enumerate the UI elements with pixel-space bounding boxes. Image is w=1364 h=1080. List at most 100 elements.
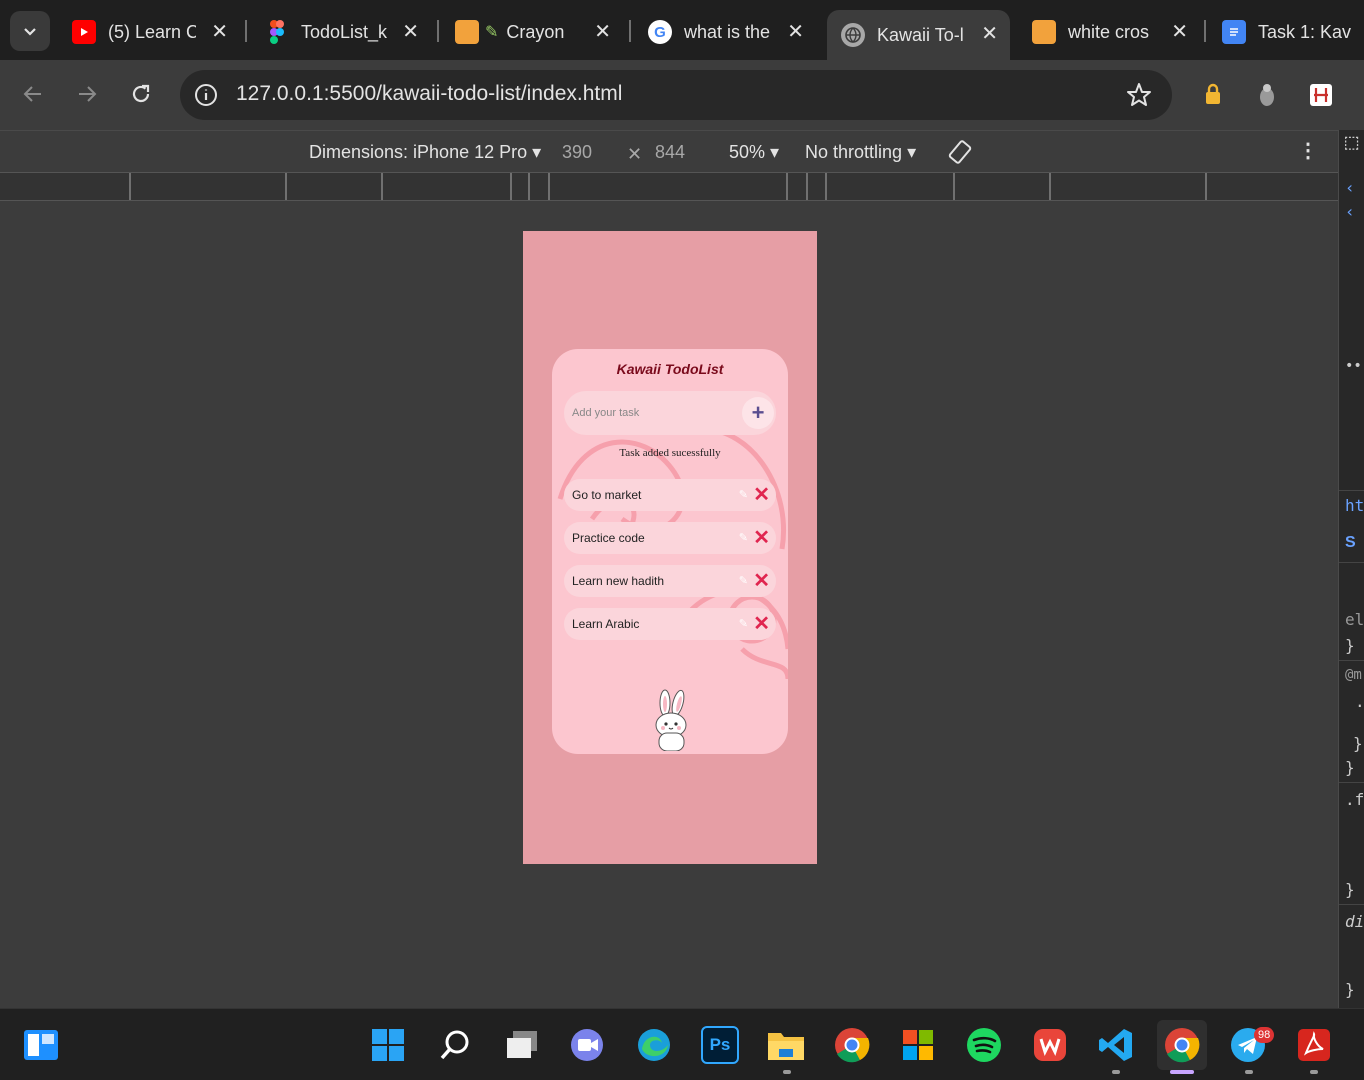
edit-icon[interactable]: ✎ (739, 617, 748, 630)
task-view-icon[interactable] (503, 1026, 541, 1064)
tab-title: white cros (1068, 21, 1150, 42)
chat-icon[interactable] (569, 1026, 607, 1064)
task-item[interactable]: Learn new hadith ✎ ✕ (564, 565, 776, 597)
microsoft-store-icon[interactable] (899, 1026, 937, 1064)
css-line: di (1345, 912, 1364, 931)
running-indicator (1245, 1070, 1253, 1074)
tab-title: (5) Learn C (108, 21, 196, 42)
crayon-icon (455, 20, 479, 44)
file-explorer-icon[interactable] (767, 1026, 805, 1064)
tab-crayon[interactable]: ✎ Crayon ✕ (441, 8, 623, 56)
windows-taskbar: Ps (0, 1008, 1364, 1080)
tab-kawaii-active[interactable]: Kawaii To-l ✕ (827, 10, 1010, 60)
css-line: } (1345, 880, 1355, 899)
add-task-button[interactable]: + (742, 397, 774, 429)
css-line: el (1345, 610, 1364, 629)
edit-icon[interactable]: ✎ (739, 488, 748, 501)
inspect-icon[interactable]: ⬚ (1345, 130, 1358, 155)
close-icon[interactable]: ✕ (211, 20, 228, 44)
close-icon[interactable]: ✕ (1171, 20, 1188, 44)
task-item[interactable]: Go to market ✎ ✕ (564, 479, 776, 511)
more-icon[interactable]: ••• (1345, 358, 1364, 374)
throttling-select[interactable]: No throttling ▾ (805, 142, 916, 163)
styles-tab[interactable]: S (1345, 534, 1356, 552)
running-indicator (783, 1070, 791, 1074)
delete-icon[interactable]: ✕ (753, 527, 770, 549)
status-message: Task added sucessfully (619, 447, 721, 459)
zoom-label: 50% (729, 142, 766, 162)
delete-icon[interactable]: ✕ (753, 613, 770, 635)
address-bar[interactable]: 127.0.0.1:5500/kawaii-todo-list/index.ht… (180, 70, 1172, 120)
docs-icon (1222, 20, 1246, 44)
forward-button[interactable] (69, 76, 105, 112)
delete-icon[interactable]: ✕ (753, 484, 770, 506)
search-icon[interactable] (436, 1026, 474, 1064)
tab-figma[interactable]: TodoList_k ✕ (251, 8, 431, 56)
app-title: Kawaii TodoList (616, 361, 724, 377)
task-label: Learn Arabic (572, 617, 640, 631)
task-item[interactable]: Learn Arabic ✎ ✕ (564, 608, 776, 640)
widgets-icon[interactable] (22, 1026, 60, 1064)
start-icon[interactable] (369, 1026, 407, 1064)
tab-title: Crayon (506, 21, 565, 42)
task-label: Go to market (572, 488, 642, 502)
extension-icon[interactable] (1254, 82, 1280, 108)
css-line: } (1345, 758, 1355, 777)
youtube-icon (72, 20, 96, 44)
info-icon[interactable] (194, 83, 218, 107)
tab-title: Kawaii To-l (877, 24, 964, 45)
acrobat-icon[interactable] (1295, 1026, 1333, 1064)
media-query-ruler (0, 172, 1338, 201)
tab-search-button[interactable] (10, 11, 50, 51)
vscode-icon[interactable] (1097, 1026, 1135, 1064)
close-icon[interactable]: ✕ (594, 20, 611, 44)
tab-google[interactable]: G what is the ✕ (634, 8, 816, 56)
bunny-illustration (655, 689, 687, 751)
globe-icon (841, 23, 865, 47)
add-task-row: + (564, 391, 776, 435)
plus-icon: + (751, 400, 765, 425)
close-icon[interactable]: ✕ (787, 20, 804, 44)
photoshop-icon[interactable]: Ps (701, 1026, 739, 1064)
breadcrumb-node[interactable]: ht (1345, 496, 1364, 515)
wps-icon[interactable] (1031, 1026, 1069, 1064)
height-input[interactable]: 844 (655, 142, 685, 163)
device-label: Dimensions: iPhone 12 Pro (309, 142, 528, 162)
todo-card: Kawaii TodoList + Task added sucessfully… (552, 349, 788, 754)
task-item[interactable]: Practice code ✎ ✕ (564, 522, 776, 554)
spotify-icon[interactable] (965, 1026, 1003, 1064)
back-button[interactable] (15, 76, 51, 112)
chrome-icon-active[interactable] (1157, 1020, 1207, 1070)
running-indicator (1310, 1070, 1318, 1074)
tab-docs[interactable]: Task 1: Kav (1208, 8, 1364, 56)
tab-title: what is the (684, 21, 771, 42)
chrome-icon[interactable] (833, 1026, 871, 1064)
bookmark-star-icon[interactable] (1126, 82, 1152, 108)
active-indicator (1170, 1070, 1194, 1074)
edge-icon[interactable] (635, 1026, 673, 1064)
url-text[interactable]: 127.0.0.1:5500/kawaii-todo-list/index.ht… (236, 82, 622, 106)
zoom-select[interactable]: 50% ▾ (729, 142, 779, 163)
google-icon: G (648, 20, 672, 44)
extensions-puzzle-icon[interactable] (1308, 82, 1334, 108)
tab-title: TodoList_k (301, 21, 388, 42)
tab-learn[interactable]: (5) Learn C ✕ (58, 8, 240, 56)
extension-icon[interactable] (1200, 82, 1226, 108)
delete-icon[interactable]: ✕ (753, 570, 770, 592)
reload-button[interactable] (123, 76, 159, 112)
more-options-icon[interactable]: ⋮ (1298, 138, 1318, 163)
close-icon[interactable]: ✕ (402, 20, 419, 44)
times-icon: ✕ (627, 144, 643, 164)
tab-divider (437, 20, 439, 42)
tab-divider (629, 20, 631, 42)
edit-icon[interactable]: ✎ (739, 574, 748, 587)
width-input[interactable]: 390 (562, 142, 592, 163)
rotate-icon[interactable] (946, 138, 974, 166)
tab-white-cross[interactable]: white cros ✕ (1018, 8, 1200, 56)
device-select[interactable]: Dimensions: iPhone 12 Pro ▾ (309, 142, 541, 163)
close-icon[interactable]: ✕ (981, 22, 998, 46)
edit-icon[interactable]: ✎ (739, 531, 748, 544)
notification-badge: 98 (1254, 1027, 1275, 1043)
running-indicator (1112, 1070, 1120, 1074)
task-input[interactable] (572, 403, 732, 423)
